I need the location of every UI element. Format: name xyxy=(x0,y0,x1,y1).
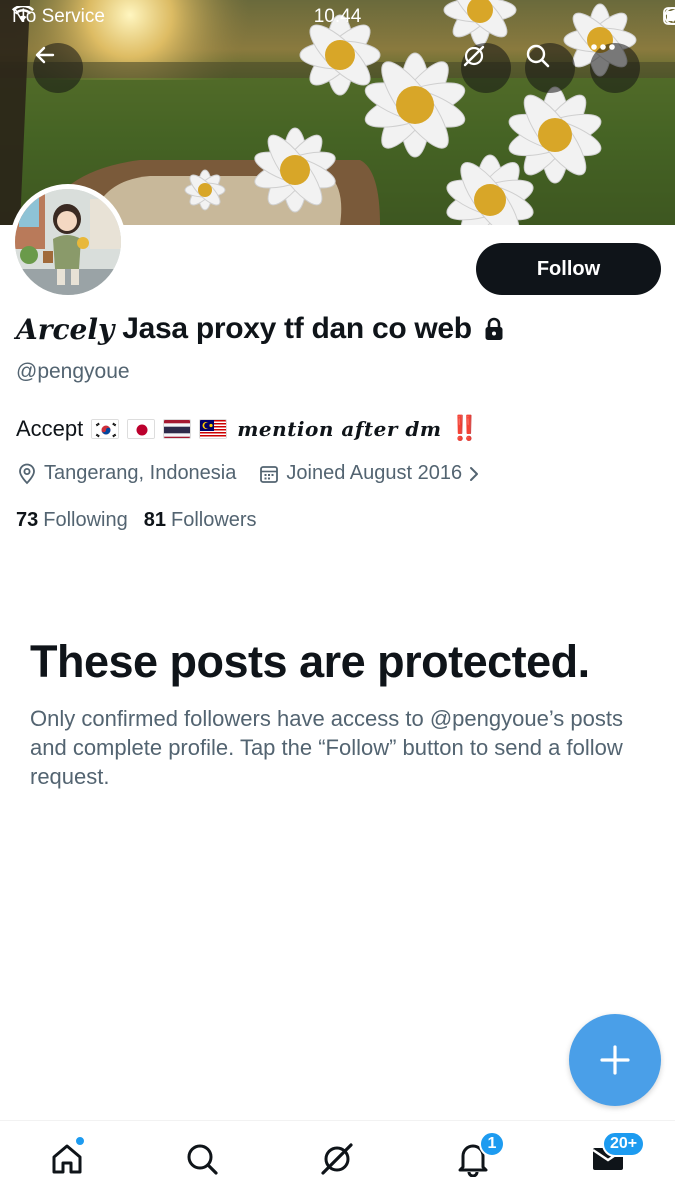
profile-banner[interactable]: No Service 10.44 xyxy=(0,0,675,225)
location-text: Tangerang, Indonesia xyxy=(44,462,237,484)
plus-icon xyxy=(600,1045,630,1075)
display-name-script: Arcely xyxy=(16,312,115,346)
display-name-text: Jasa proxy tf dan co web xyxy=(122,312,472,345)
avatar[interactable] xyxy=(10,184,126,300)
following-count: 73 xyxy=(16,509,39,531)
back-button[interactable] xyxy=(33,43,83,93)
protected-title: These posts are protected. xyxy=(30,636,590,687)
thailand-flag-icon xyxy=(163,418,192,439)
tab-messages[interactable]: 20+ xyxy=(586,1131,646,1181)
following-label: Following xyxy=(43,509,128,531)
lock-icon xyxy=(485,317,503,340)
compose-fab[interactable] xyxy=(569,1014,661,1106)
south-korea-flag-icon xyxy=(91,418,120,439)
grok-icon xyxy=(321,1143,353,1175)
user-handle: @pengyoue xyxy=(16,360,130,383)
tab-notifications[interactable]: 1 xyxy=(451,1131,505,1181)
more-options-button[interactable] xyxy=(590,43,640,93)
joined-item[interactable]: Joined August 2016 xyxy=(258,462,488,485)
home-unread-dot xyxy=(75,1136,85,1146)
followers-label: Followers xyxy=(170,509,257,531)
display-name: Arcely Jasa proxy tf dan co web xyxy=(16,312,504,346)
avatar-image xyxy=(15,189,121,295)
followers-count: 81 xyxy=(143,509,166,531)
chevron-right-icon xyxy=(470,466,479,481)
joined-text: Joined August 2016 xyxy=(286,462,463,484)
messages-badge: 20+ xyxy=(602,1131,646,1157)
arrow-left-icon xyxy=(35,46,55,64)
tab-home[interactable] xyxy=(45,1136,89,1181)
bio-script-text: mention after dm xyxy=(237,416,442,441)
following-link[interactable]: 73 Following xyxy=(16,509,128,532)
calendar-icon xyxy=(260,465,279,483)
home-icon xyxy=(52,1144,82,1174)
status-bar: No Service 10.44 xyxy=(0,0,675,36)
malaysia-flag-icon xyxy=(199,418,228,439)
followers-link[interactable]: 81 Followers xyxy=(144,509,257,532)
location-item: Tangerang, Indonesia xyxy=(16,462,236,485)
notifications-badge: 1 xyxy=(479,1131,505,1157)
tab-search[interactable] xyxy=(180,1137,224,1181)
protected-description: Only confirmed followers have access to … xyxy=(30,706,624,789)
profile-meta: Tangerang, Indonesia Joined August 2016 xyxy=(16,462,488,485)
status-time: 10.44 xyxy=(313,6,362,27)
japan-flag-icon xyxy=(127,418,156,439)
location-pin-icon xyxy=(19,463,35,484)
grok-icon xyxy=(463,45,485,67)
more-horizontal-icon xyxy=(591,44,615,50)
double-exclamation-icon: ‼️ xyxy=(449,415,480,442)
bio: Accept mention after dm ‼️ xyxy=(16,414,479,443)
follow-counts: 73 Following 81 Followers xyxy=(16,509,273,532)
battery-icon xyxy=(663,7,675,25)
grok-button[interactable] xyxy=(461,43,511,93)
search-icon xyxy=(526,44,550,68)
search-icon xyxy=(187,1144,218,1175)
follow-button[interactable]: Follow xyxy=(476,243,661,295)
bio-prefix: Accept xyxy=(16,415,84,441)
bottom-tab-bar: 1 20+ xyxy=(0,1120,675,1200)
tab-grok[interactable] xyxy=(315,1137,359,1181)
search-button[interactable] xyxy=(525,43,575,93)
